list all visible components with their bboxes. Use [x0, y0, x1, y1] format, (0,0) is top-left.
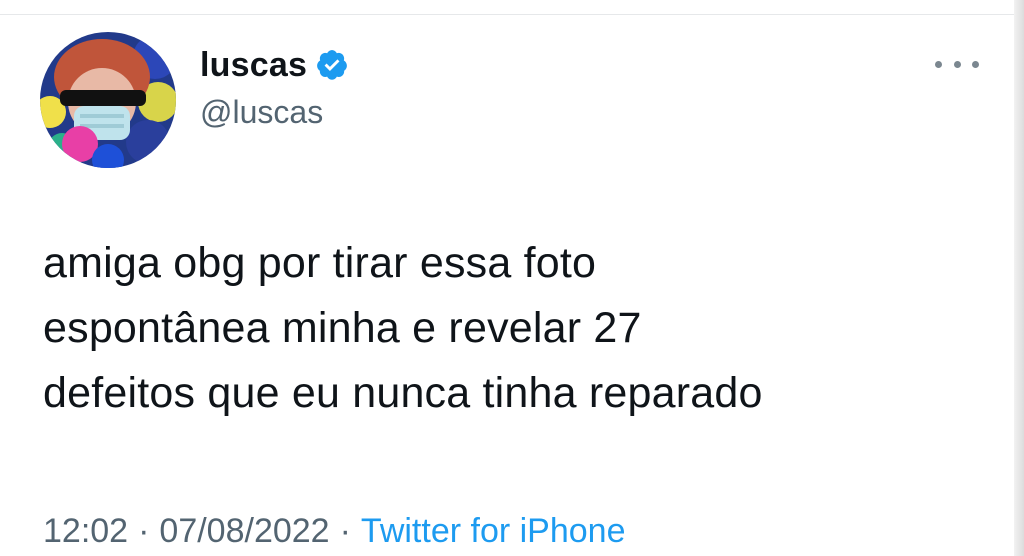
- more-dot: [953, 60, 961, 68]
- tweet-source-link[interactable]: Twitter for iPhone: [361, 512, 626, 551]
- meta-separator: ·: [339, 512, 351, 550]
- display-name[interactable]: luscas: [200, 46, 307, 85]
- top-divider: [0, 0, 1024, 15]
- meta-separator: ·: [138, 512, 150, 550]
- author-handle[interactable]: @luscas: [200, 94, 323, 131]
- avatar[interactable]: [40, 32, 176, 168]
- tweet-date[interactable]: 07/08/2022: [159, 512, 329, 551]
- tweet-time[interactable]: 12:02: [43, 512, 128, 551]
- more-options-button[interactable]: [935, 49, 979, 79]
- tweet-text: amiga obg por tirar essa foto espontânea…: [43, 239, 763, 417]
- tweet-card: luscas @luscas amiga obg por tirar essa …: [0, 15, 1012, 556]
- verified-badge-icon: [317, 50, 347, 80]
- more-dot: [972, 60, 979, 68]
- tweet-meta: 12:02 · 07/08/2022 · Twitter for iPhone: [43, 512, 625, 551]
- avatar-image: [40, 32, 176, 168]
- display-name-row[interactable]: luscas: [200, 45, 349, 85]
- right-edge: [1014, 0, 1024, 556]
- more-dot: [935, 60, 942, 68]
